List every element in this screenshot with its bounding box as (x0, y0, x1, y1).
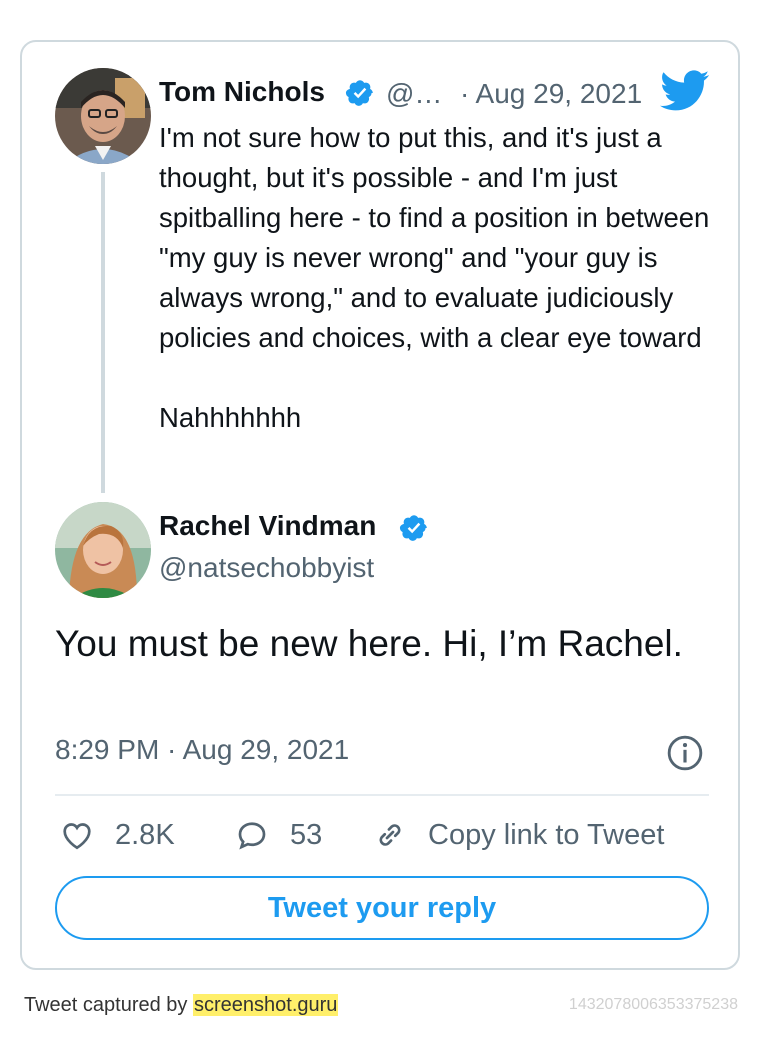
copy-link-label: Copy link to Tweet (428, 818, 665, 851)
info-icon[interactable] (666, 734, 704, 772)
twitter-bird-icon[interactable] (660, 70, 710, 112)
reply-timestamp[interactable]: 8:29 PM · Aug 29, 2021 (55, 734, 349, 766)
reply-author-handle[interactable]: @natsechobbyist (159, 552, 374, 584)
tweet-id: 1432078006353375238 (568, 996, 738, 1013)
divider (55, 794, 709, 796)
heart-icon (63, 823, 91, 850)
reply-bubble-icon (238, 822, 266, 850)
like-count: 2.8K (115, 818, 175, 851)
footer-caption: Tweet captured by screenshot.guru (24, 994, 339, 1017)
link-icon (379, 824, 401, 846)
quoted-tweet-date[interactable]: · Aug 29, 2021 (460, 78, 642, 110)
tweet-your-reply-button[interactable]: Tweet your reply (55, 876, 709, 940)
reply-tweet-text: You must be new here. Hi, I’m Rachel. (55, 623, 683, 664)
like-action[interactable]: 2.8K (59, 815, 175, 855)
quoted-author-handle[interactable]: @… (386, 78, 442, 110)
tweet-card: Tom Nichols @… · Aug 29, 2021 I'm not su… (20, 40, 740, 970)
copy-link-action[interactable]: Copy link to Tweet (372, 815, 664, 855)
footer-prefix: Tweet captured by (24, 994, 193, 1016)
reply-count: 53 (290, 818, 323, 851)
reply-action[interactable]: 53 (234, 815, 322, 855)
tom-nichols-avatar[interactable] (55, 68, 151, 164)
quoted-author-name[interactable]: Tom Nichols (159, 76, 325, 108)
verified-badge-icon (399, 515, 427, 541)
thread-connector-line (101, 172, 105, 493)
rachel-vindman-avatar[interactable] (55, 502, 151, 598)
quoted-tweet-text: I'm not sure how to put this, and it's j… (159, 122, 710, 433)
footer-site-link[interactable]: screenshot.guru (192, 994, 339, 1016)
reply-author-name[interactable]: Rachel Vindman (159, 510, 376, 542)
verified-badge-icon (345, 80, 373, 106)
